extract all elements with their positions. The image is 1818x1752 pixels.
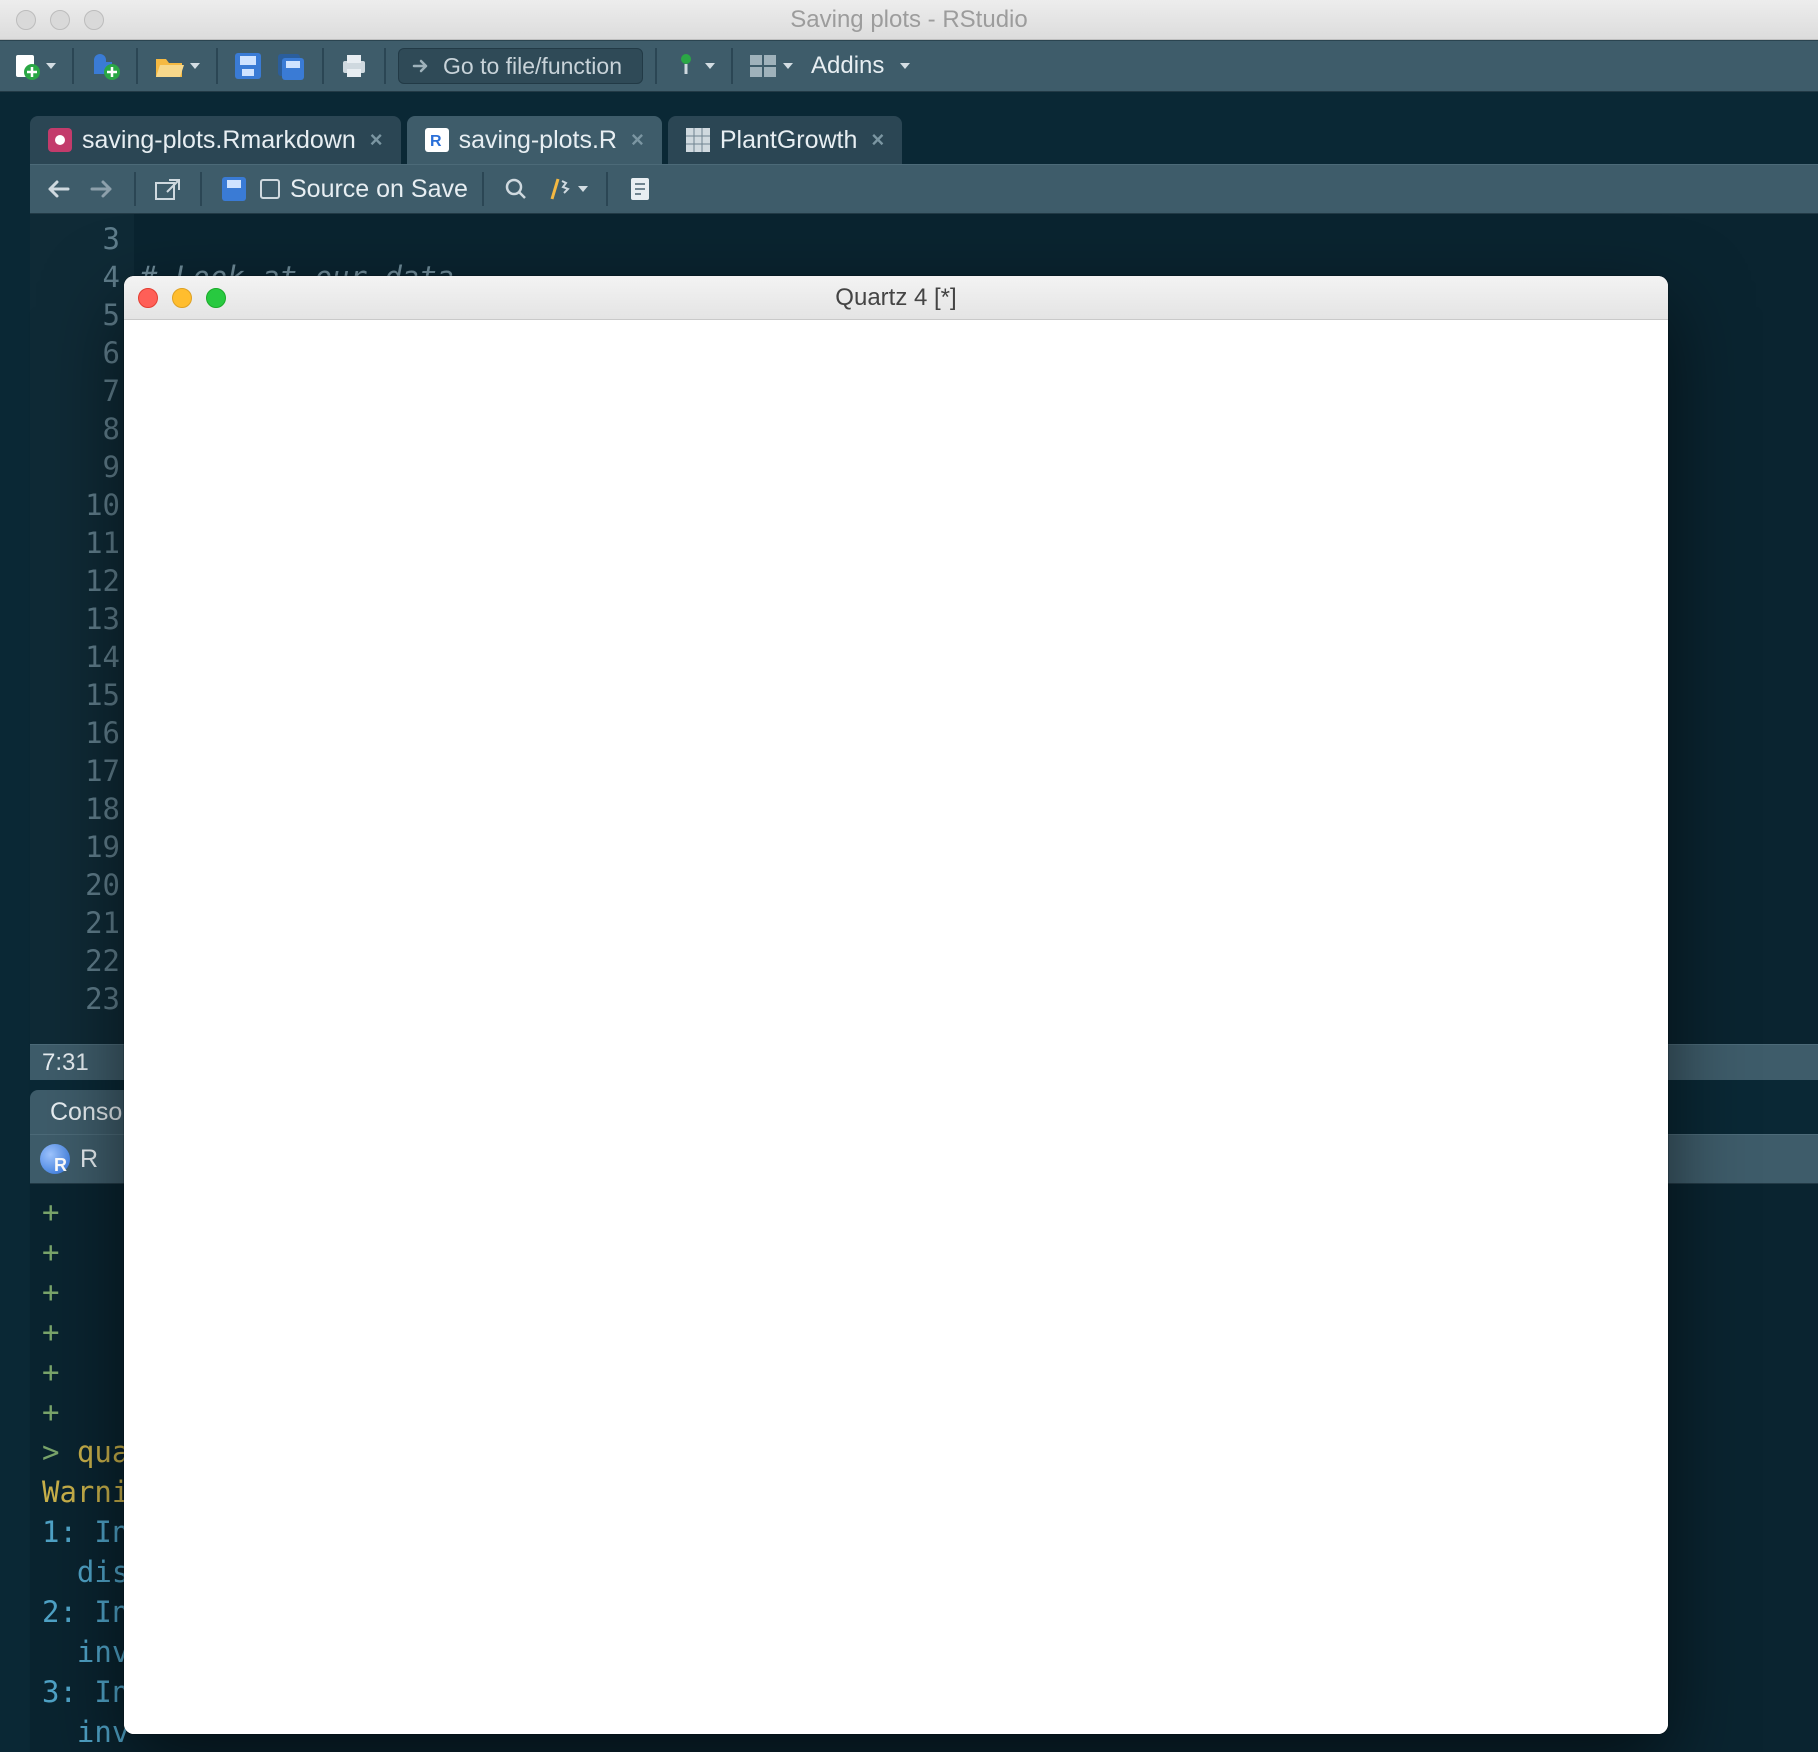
separator <box>655 48 657 84</box>
show-in-new-window-button[interactable] <box>150 171 186 207</box>
find-button[interactable] <box>498 171 534 207</box>
tab-label: Conso <box>50 1098 122 1127</box>
console-path-label: R <box>80 1145 98 1174</box>
line-number: 5 <box>30 296 120 334</box>
line-number: 19 <box>30 828 120 866</box>
separator <box>731 48 733 84</box>
tab-label: saving-plots.R <box>459 126 617 155</box>
separator <box>216 48 218 84</box>
source-on-save-toggle[interactable]: Source on Save <box>260 175 468 204</box>
r-logo-icon <box>40 1144 70 1174</box>
close-tab-icon[interactable]: × <box>370 127 383 153</box>
tab-label: PlantGrowth <box>720 126 858 155</box>
zoom-window-button[interactable] <box>206 288 226 308</box>
goto-arrow-icon <box>411 55 433 77</box>
source-on-save-label: Source on Save <box>290 175 468 204</box>
line-number: 6 <box>30 334 120 372</box>
save-doc-button[interactable] <box>216 171 252 207</box>
editor-toolbar: Source on Save <box>30 164 1818 214</box>
line-number: 23 <box>30 980 120 1018</box>
close-tab-icon[interactable]: × <box>631 127 644 153</box>
line-number: 13 <box>30 600 120 638</box>
line-number: 16 <box>30 714 120 752</box>
main-toolbar: Go to file/function Addins <box>0 40 1818 92</box>
line-number: 18 <box>30 790 120 828</box>
line-number: 7 <box>30 372 120 410</box>
line-number: 9 <box>30 448 120 486</box>
line-number: 15 <box>30 676 120 714</box>
caret-down-icon <box>783 63 793 69</box>
data-grid-icon <box>686 128 710 152</box>
line-number: 21 <box>30 904 120 942</box>
separator <box>200 172 202 206</box>
caret-down-icon <box>900 63 910 69</box>
line-number: 3 <box>30 220 120 258</box>
zoom-window-button[interactable] <box>84 10 104 30</box>
caret-down-icon <box>46 63 56 69</box>
quartz-canvas <box>124 320 1668 1734</box>
caret-down-icon <box>705 63 715 69</box>
goto-placeholder: Go to file/function <box>443 53 622 80</box>
line-number-gutter: 3 4 5 6 7 8 9 10 11 12 13 14 15 16 17 18… <box>30 214 134 1044</box>
panes-button[interactable] <box>745 48 797 84</box>
separator <box>72 48 74 84</box>
caret-down-icon <box>578 186 588 192</box>
nav-back-button[interactable] <box>40 171 76 207</box>
separator <box>384 48 386 84</box>
line-number: 4 <box>30 258 120 296</box>
checkbox-icon <box>260 179 280 199</box>
goto-file-function-input[interactable]: Go to file/function <box>398 48 643 84</box>
separator <box>136 48 138 84</box>
svg-text:R: R <box>430 133 442 150</box>
separator <box>322 48 324 84</box>
traffic-lights <box>16 10 104 30</box>
quartz-traffic-lights <box>138 288 226 308</box>
new-project-button[interactable] <box>86 48 124 84</box>
new-file-button[interactable] <box>8 48 60 84</box>
quartz-window[interactable]: Quartz 4 [*] <box>124 276 1668 1734</box>
cursor-position: 7:31 <box>42 1049 89 1077</box>
close-window-button[interactable] <box>138 288 158 308</box>
line-number: 20 <box>30 866 120 904</box>
tab-saving-plots-rmarkdown[interactable]: saving-plots.Rmarkdown × <box>30 116 401 164</box>
close-tab-icon[interactable]: × <box>871 127 884 153</box>
tools-button[interactable] <box>669 48 719 84</box>
editor-tabstrip: saving-plots.Rmarkdown × R saving-plots.… <box>30 112 1818 164</box>
addins-menu[interactable]: Addins <box>803 52 918 80</box>
line-number: 14 <box>30 638 120 676</box>
tab-saving-plots-r[interactable]: R saving-plots.R × <box>407 116 662 164</box>
window-title: Saving plots - RStudio <box>0 6 1818 34</box>
line-number: 22 <box>30 942 120 980</box>
line-number: 17 <box>30 752 120 790</box>
compile-report-button[interactable] <box>622 171 658 207</box>
tab-plantgrowth[interactable]: PlantGrowth × <box>668 116 902 164</box>
rmarkdown-file-icon <box>48 128 72 152</box>
line-number: 8 <box>30 410 120 448</box>
quartz-window-title: Quartz 4 [*] <box>124 284 1668 312</box>
separator <box>134 172 136 206</box>
line-number: 10 <box>30 486 120 524</box>
r-file-icon: R <box>425 128 449 152</box>
mac-titlebar: Saving plots - RStudio <box>0 0 1818 40</box>
minimize-window-button[interactable] <box>50 10 70 30</box>
caret-down-icon <box>190 63 200 69</box>
line-number: 11 <box>30 524 120 562</box>
tab-label: saving-plots.Rmarkdown <box>82 126 356 155</box>
save-all-button[interactable] <box>272 48 310 84</box>
quartz-titlebar[interactable]: Quartz 4 [*] <box>124 276 1668 320</box>
nav-forward-button[interactable] <box>84 171 120 207</box>
line-number: 12 <box>30 562 120 600</box>
code-tools-button[interactable] <box>542 171 592 207</box>
addins-label: Addins <box>811 52 884 80</box>
close-window-button[interactable] <box>16 10 36 30</box>
separator <box>606 172 608 206</box>
minimize-window-button[interactable] <box>172 288 192 308</box>
save-button[interactable] <box>230 48 266 84</box>
open-file-button[interactable] <box>150 48 204 84</box>
separator <box>482 172 484 206</box>
print-button[interactable] <box>336 48 372 84</box>
